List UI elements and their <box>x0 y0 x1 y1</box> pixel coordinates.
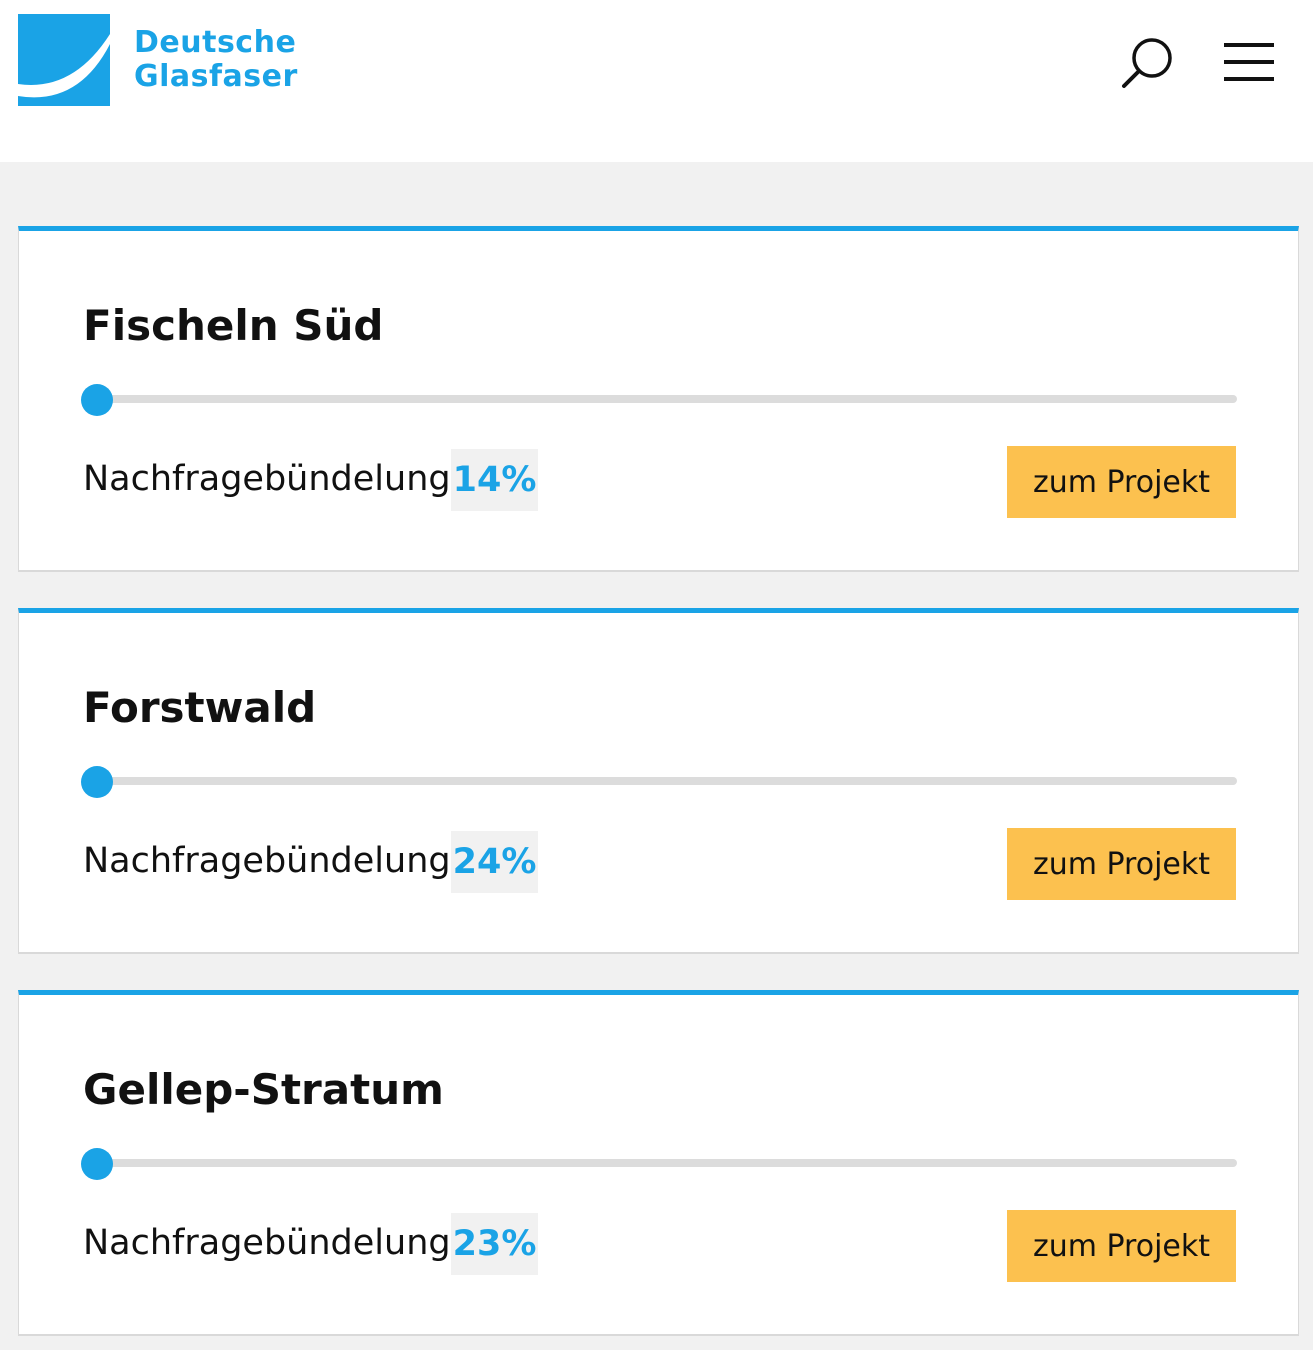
zum-projekt-button[interactable]: zum Projekt <box>1007 446 1236 518</box>
zum-projekt-button[interactable]: zum Projekt <box>1007 828 1236 900</box>
logo-line2: Glasfaser <box>134 59 298 94</box>
progress-label: Nachfragebündelung <box>83 841 451 881</box>
progress-track <box>83 395 1237 403</box>
zum-projekt-button[interactable]: zum Projekt <box>1007 1210 1236 1282</box>
progress-label: Nachfragebündelung <box>83 459 451 499</box>
search-icon <box>1122 38 1172 88</box>
progress-handle <box>81 1148 113 1180</box>
progress-handle <box>81 766 113 798</box>
project-card: Fischeln Süd Nachfragebündelung 14% zum … <box>18 226 1299 572</box>
progress-percent-badge: 23% <box>451 1213 538 1275</box>
deutsche-glasfaser-logo-icon <box>18 14 110 106</box>
project-title: Fischeln Süd <box>83 301 384 350</box>
progress-track <box>83 1159 1237 1167</box>
progress-percent-badge: 24% <box>451 831 538 893</box>
menu-button[interactable] <box>1222 40 1276 84</box>
progress-handle <box>81 384 113 416</box>
logo-text: Deutsche Glasfaser <box>134 26 298 94</box>
search-button[interactable] <box>1118 34 1180 92</box>
progress-percent-badge: 14% <box>451 449 538 511</box>
progress-track <box>83 777 1237 785</box>
project-card: Forstwald Nachfragebündelung 24% zum Pro… <box>18 608 1299 954</box>
project-title: Gellep-Stratum <box>83 1065 444 1114</box>
project-card: Gellep-Stratum Nachfragebündelung 23% zu… <box>18 990 1299 1336</box>
site-header: Deutsche Glasfaser <box>0 0 1313 162</box>
logo-line1: Deutsche <box>134 25 297 60</box>
project-title: Forstwald <box>83 683 317 732</box>
progress-label: Nachfragebündelung <box>83 1223 451 1263</box>
hamburger-menu-icon <box>1224 43 1274 81</box>
logo[interactable]: Deutsche Glasfaser <box>18 14 297 106</box>
